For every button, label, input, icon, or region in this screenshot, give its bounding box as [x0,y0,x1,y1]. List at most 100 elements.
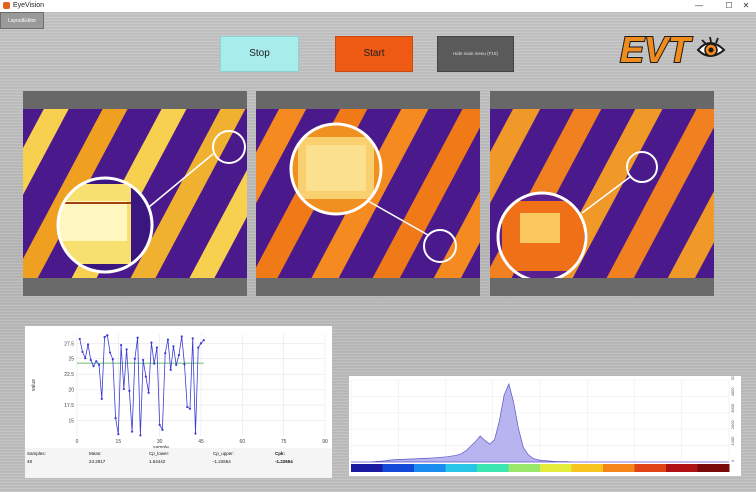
data-point [161,428,164,431]
data-point [164,352,167,355]
data-point [139,434,142,437]
thermal-image-2 [256,109,480,278]
data-point [197,346,200,349]
colorbar-segment [477,464,509,472]
data-point [172,345,175,348]
camera-view-1[interactable] [23,91,247,296]
hist-y-tick-label: 0 [730,459,735,462]
data-point [119,344,123,347]
colorbar-segment [666,464,698,472]
camera-view-3[interactable] [490,91,714,296]
close-button[interactable]: ✕ [736,0,756,12]
stat-label-samples: Samples: [27,451,46,456]
y-tick-label: 15 [68,419,74,425]
colorbar-segment [603,464,635,472]
hist-y-tick-label: 1000 [730,436,735,446]
data-point [142,358,145,362]
stop-button[interactable]: Stop [220,36,299,72]
data-point [97,363,101,367]
stat-label-cpk: Cpk: [275,451,285,456]
data-point [202,339,205,342]
y-tick-label: 17.5 [64,403,74,409]
y-tick-label: 22.5 [64,372,74,378]
data-point [84,357,87,360]
data-point [103,335,106,339]
intensity-histogram: 0 1000 2000 3000 4000 5000 [349,370,741,476]
data-point [183,363,186,366]
data-point [131,430,134,433]
x-tick-label: 15 [116,439,122,445]
data-point [86,343,90,346]
spc-statistics: Samples: Mean: Cp_lower: Cp_upper: Cpk: … [25,448,332,478]
stat-value-cp-lower: 1.54442 [149,459,166,464]
data-point [136,336,139,339]
camera-2-header [256,91,480,109]
camera-view-2[interactable] [256,91,480,296]
colorbar-segment [382,464,415,472]
hist-y-tick-label: 4000 [730,387,735,397]
start-button[interactable]: Start [335,36,413,72]
minimize-button[interactable]: — [688,0,710,12]
colorbar-segment [508,464,541,472]
camera-3-footer [490,278,714,296]
colorbar-segment [414,464,446,472]
data-point [147,391,150,394]
data-point [191,337,194,340]
data-point [95,360,98,363]
x-tick-label: 0 [76,439,79,445]
stat-label-mean: Mean: [89,451,102,456]
hist-y-tick-label: 5000 [730,376,735,380]
data-point [111,358,114,361]
data-point [155,346,159,349]
camera-1-footer [23,278,247,296]
camera-3-header [490,91,714,109]
eye-icon [696,36,726,57]
data-point [194,432,197,435]
data-point [128,389,131,392]
histogram-plot: 0 1000 2000 3000 4000 5000 [350,370,735,472]
data-point [89,358,92,362]
thermal-image-3 [490,109,714,278]
data-point [175,363,178,367]
data-point [153,362,156,365]
data-point [133,357,136,360]
data-point [166,338,170,341]
y-tick-label: 25 [68,357,74,363]
colorbar-segment [445,464,478,472]
data-point [199,342,203,345]
data-point [92,365,95,368]
camera-2-footer [256,278,480,296]
hist-y-tick-label: 3000 [730,403,735,413]
y-axis-label: value [31,379,37,391]
app-icon [3,2,10,9]
spc-chart-plot: 0 15 30 45 60 75 901517.52022.52527.5sampleval… [31,334,328,451]
evt-logo: EVT [619,28,726,71]
data-point [158,423,161,426]
x-tick-label: 75 [281,439,287,445]
data-point [117,433,120,436]
hide-main-menu-button[interactable]: Hide main menu (F10) [437,36,514,72]
data-point [180,335,183,338]
thermal-image-1 [23,109,247,278]
hist-y-tick-label: 2000 [730,420,735,430]
app-canvas: LayoutEditor Stop Start Hide main menu (… [0,12,756,492]
stat-label-cp-lower: Cp_lower: [149,451,170,456]
data-point [122,387,125,391]
data-point [169,368,172,371]
stat-value-cpk: -1.22654 [275,459,293,464]
colorbar-segment [571,464,604,472]
window-title: EyeVision [13,2,45,9]
data-point [186,405,189,409]
data-point [81,350,84,354]
colorbar-segment [634,464,667,472]
data-point [106,334,109,337]
stat-value-cp-upper: -1.22654 [213,459,231,464]
layout-editor-button[interactable]: LayoutEditor [0,12,44,29]
colorbar-segment [540,464,572,472]
x-tick-label: 90 [322,439,328,445]
data-point [188,407,192,410]
data-point [150,341,153,344]
data-point [108,351,112,354]
colorbar-segment [351,464,383,472]
y-tick-label: 27.5 [64,341,74,347]
